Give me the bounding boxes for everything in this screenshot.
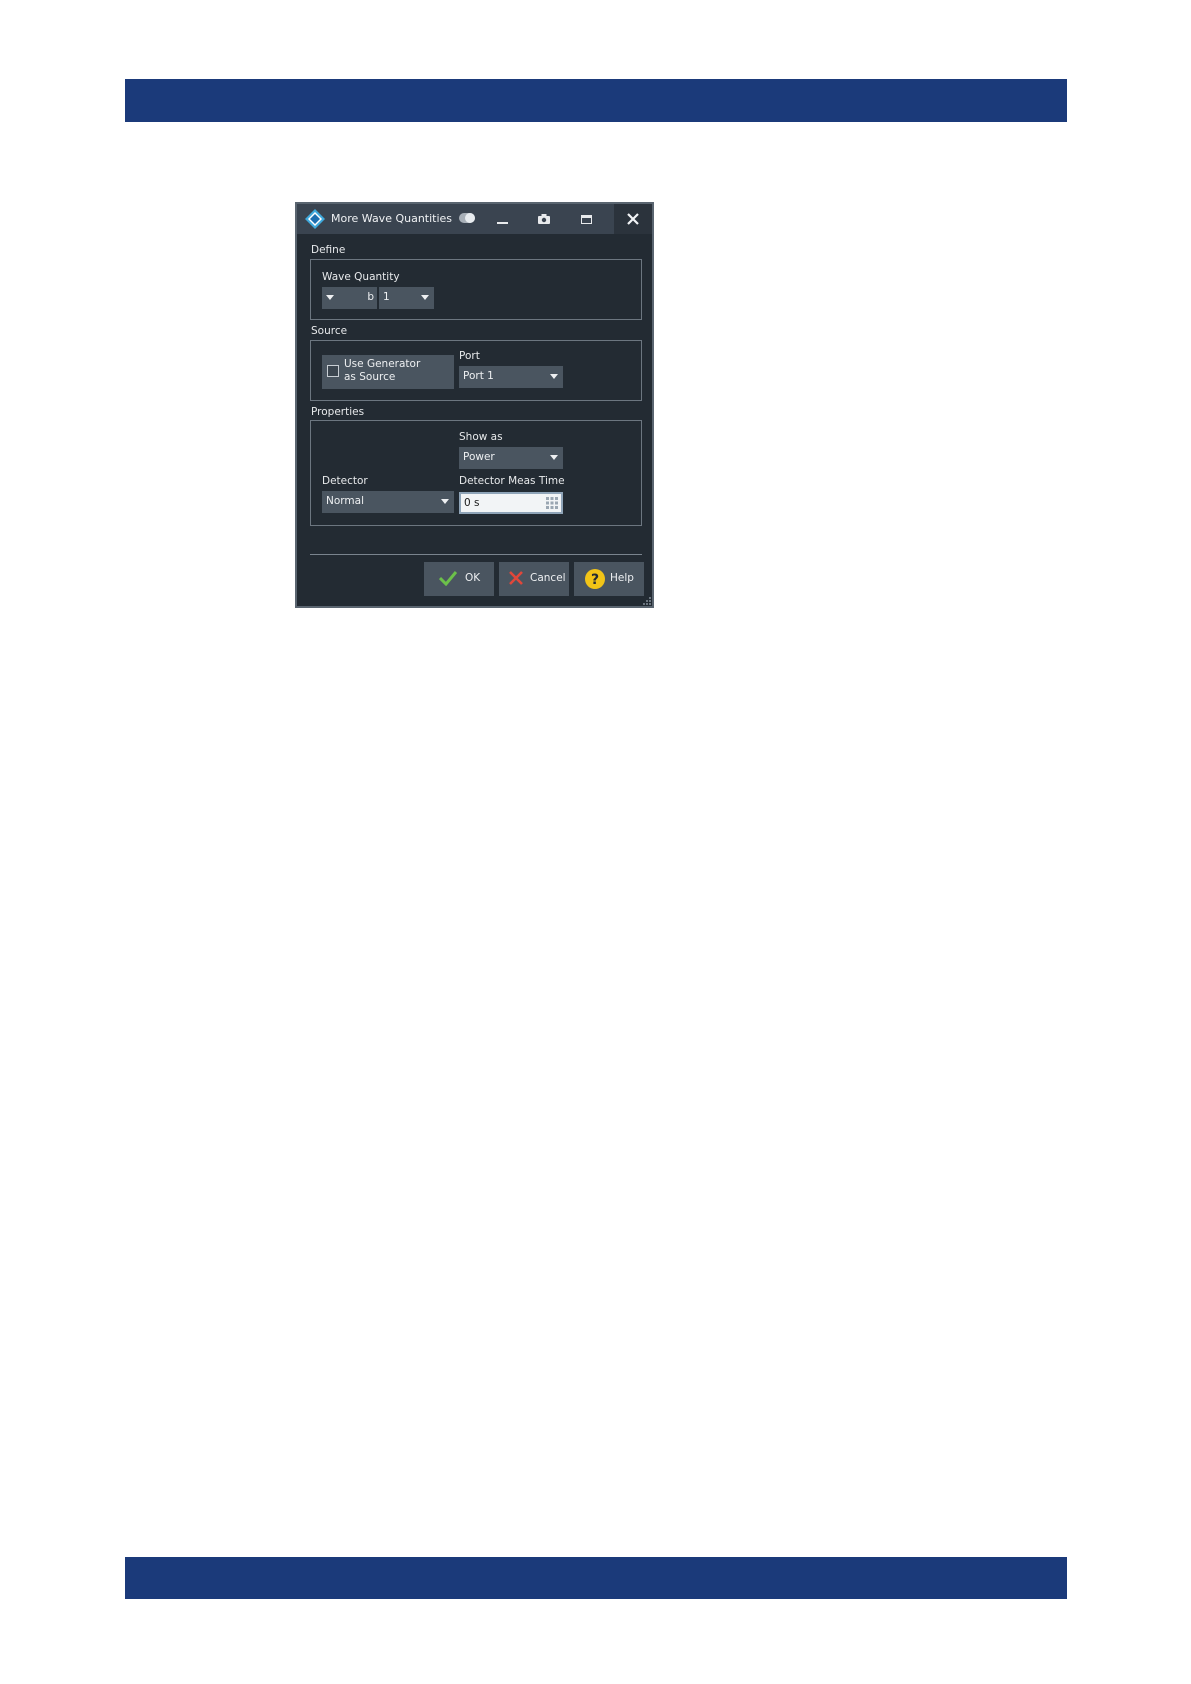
close-icon (627, 213, 639, 225)
dialog-titlebar[interactable]: More Wave Quantities (297, 204, 652, 234)
maximize-icon (580, 214, 592, 224)
detector-combo[interactable]: Normal (322, 491, 454, 513)
wave-port-value: 1 (383, 291, 390, 303)
checkmark-icon (439, 571, 457, 586)
detector-meas-time-value: 0 s (464, 497, 480, 509)
show-as-value: Power (463, 451, 495, 463)
use-generator-label-line2: as Source (344, 371, 396, 383)
use-generator-label-line1: Use Generator (344, 358, 421, 370)
minimize-button[interactable] (483, 204, 521, 234)
source-section-label: Source (311, 325, 348, 337)
chevron-down-icon (326, 295, 334, 300)
close-button[interactable] (614, 204, 652, 234)
define-group: Wave Quantity b 1 (310, 259, 642, 320)
chevron-down-icon (421, 295, 429, 300)
properties-section-label: Properties (311, 406, 365, 418)
keypad-icon[interactable] (546, 497, 558, 509)
detector-value: Normal (326, 495, 364, 507)
help-question-icon: ? (585, 569, 605, 589)
help-label: Help (610, 572, 634, 584)
button-separator (310, 554, 642, 555)
wave-quantity-label: Wave Quantity (322, 271, 400, 283)
cancel-label: Cancel (530, 572, 566, 584)
use-generator-checkbox-button[interactable]: Use Generator as Source (322, 355, 454, 389)
chevron-down-icon (550, 374, 558, 379)
page-header-band (125, 79, 1067, 122)
use-generator-label: Use Generator as Source (344, 358, 420, 384)
resize-grip-icon[interactable] (643, 597, 651, 605)
toggle-icon[interactable] (459, 213, 475, 223)
wave-port-combo[interactable]: 1 (379, 287, 434, 309)
chevron-down-icon (550, 455, 558, 460)
port-combo[interactable]: Port 1 (459, 366, 563, 388)
show-as-label: Show as (459, 431, 503, 443)
ok-button[interactable]: OK (424, 562, 494, 596)
define-section-label: Define (311, 244, 346, 256)
cancel-button[interactable]: Cancel (499, 562, 569, 596)
page-footer-band (125, 1557, 1067, 1599)
help-button[interactable]: ? Help (574, 562, 644, 596)
show-as-combo[interactable]: Power (459, 447, 563, 469)
screenshot-button[interactable] (525, 204, 563, 234)
rohde-schwarz-logo-icon (305, 209, 325, 229)
camera-icon (538, 214, 550, 224)
port-value: Port 1 (463, 370, 494, 382)
detector-label: Detector (322, 475, 368, 487)
cancel-x-icon (509, 571, 523, 585)
more-wave-quantities-dialog: More Wave Quantities Define Wave Quantit… (295, 202, 654, 608)
detector-meas-time-label: Detector Meas Time (459, 475, 565, 487)
minimize-icon (496, 222, 508, 224)
use-generator-checkbox[interactable] (327, 365, 339, 377)
ok-label: OK (465, 572, 481, 584)
svg-text:?: ? (591, 572, 599, 588)
wave-type-value: b (367, 291, 374, 303)
wave-type-combo[interactable]: b (322, 287, 377, 309)
dialog-title: More Wave Quantities (331, 212, 453, 225)
detector-meas-time-input[interactable]: 0 s (459, 492, 563, 514)
maximize-button[interactable] (567, 204, 605, 234)
chevron-down-icon (441, 499, 449, 504)
port-label: Port (459, 350, 480, 362)
